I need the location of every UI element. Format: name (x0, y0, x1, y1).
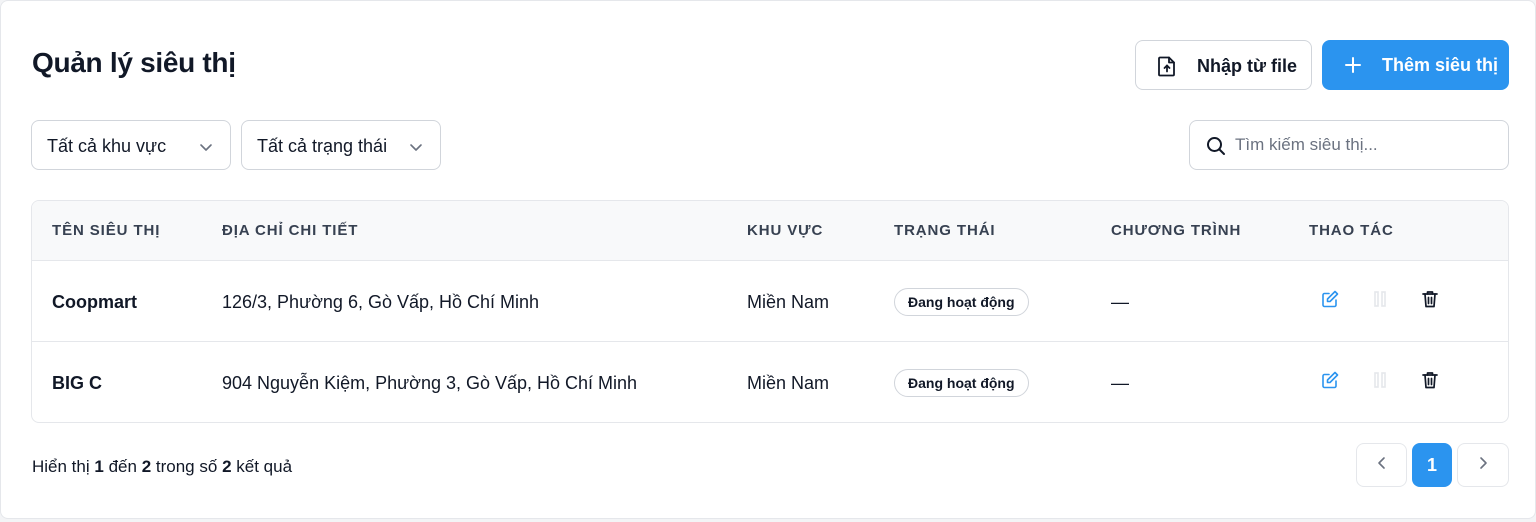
supermarket-management-card: Quản lý siêu thị Nhập từ file Thêm siêu … (0, 0, 1536, 519)
summary-to: 2 (141, 457, 152, 476)
column-header-status: TRẠNG THÁI (894, 222, 996, 239)
add-supermarket-button[interactable]: Thêm siêu thị (1322, 40, 1509, 90)
add-button-label: Thêm siêu thị (1382, 55, 1499, 75)
summary-suffix: kết quả (236, 457, 293, 476)
pause-icon[interactable] (1372, 289, 1388, 314)
column-header-region: KHU VỰC (747, 222, 824, 239)
results-summary: Hiển thị 1 đến 2 trong số 2 kết quả (32, 456, 292, 478)
table-row: BIG C 904 Nguyễn Kiệm, Phường 3, Gò Vấp,… (32, 342, 1508, 422)
summary-total: 2 (222, 457, 232, 476)
region-filter-select[interactable]: Tất cả khu vực (31, 120, 231, 170)
chevron-right-icon (1476, 456, 1490, 475)
supermarket-address: 126/3, Phường 6, Gò Vấp, Hồ Chí Minh (222, 292, 540, 312)
next-page-button[interactable] (1457, 443, 1509, 487)
search-box (1189, 120, 1509, 170)
summary-of-label: trong số (155, 457, 218, 476)
search-input[interactable] (1235, 131, 1495, 159)
plus-icon (1342, 54, 1364, 81)
status-badge: Đang hoạt động (894, 369, 1029, 397)
import-button-label: Nhập từ file (1197, 56, 1298, 76)
region-filter-value: Tất cả khu vực (47, 136, 167, 156)
edit-icon[interactable] (1320, 370, 1340, 395)
trash-icon[interactable] (1420, 370, 1440, 395)
file-upload-icon (1157, 55, 1177, 82)
supermarket-region: Miền Nam (747, 292, 830, 312)
previous-page-button[interactable] (1356, 443, 1407, 487)
column-header-actions: THAO TÁC (1309, 222, 1394, 239)
supermarket-name: Coopmart (52, 292, 137, 312)
search-icon (1206, 136, 1226, 161)
table-header: TÊN SIÊU THỊ ĐỊA CHỈ CHI TIẾT KHU VỰC TR… (32, 201, 1508, 261)
chevron-down-icon (409, 138, 423, 159)
status-filter-select[interactable]: Tất cả trạng thái (241, 120, 441, 170)
summary-to-label: đến (108, 457, 137, 476)
import-from-file-button[interactable]: Nhập từ file (1135, 40, 1312, 90)
column-header-name: TÊN SIÊU THỊ (52, 222, 161, 239)
pause-icon[interactable] (1372, 370, 1388, 395)
summary-from: 1 (94, 457, 104, 476)
status-filter-value: Tất cả trạng thái (257, 136, 388, 156)
page-title: Quản lý siêu thị (32, 47, 236, 78)
supermarket-program: — (1111, 373, 1129, 393)
edit-icon[interactable] (1320, 289, 1340, 314)
column-header-address: ĐỊA CHỈ CHI TIẾT (222, 222, 359, 239)
supermarket-program: — (1111, 292, 1129, 312)
supermarket-address: 904 Nguyễn Kiệm, Phường 3, Gò Vấp, Hồ Ch… (222, 373, 638, 393)
chevron-left-icon (1375, 456, 1389, 475)
chevron-down-icon (199, 138, 213, 159)
column-header-program: CHƯƠNG TRÌNH (1111, 222, 1242, 239)
summary-prefix: Hiển thị (32, 457, 90, 476)
page-1-button[interactable]: 1 (1412, 443, 1452, 487)
supermarket-region: Miền Nam (747, 373, 830, 393)
table-row: Coopmart 126/3, Phường 6, Gò Vấp, Hồ Chí… (32, 261, 1508, 342)
supermarket-name: BIG C (52, 373, 103, 393)
status-badge: Đang hoạt động (894, 288, 1029, 316)
supermarket-table: TÊN SIÊU THỊ ĐỊA CHỈ CHI TIẾT KHU VỰC TR… (31, 200, 1509, 423)
trash-icon[interactable] (1420, 289, 1440, 314)
